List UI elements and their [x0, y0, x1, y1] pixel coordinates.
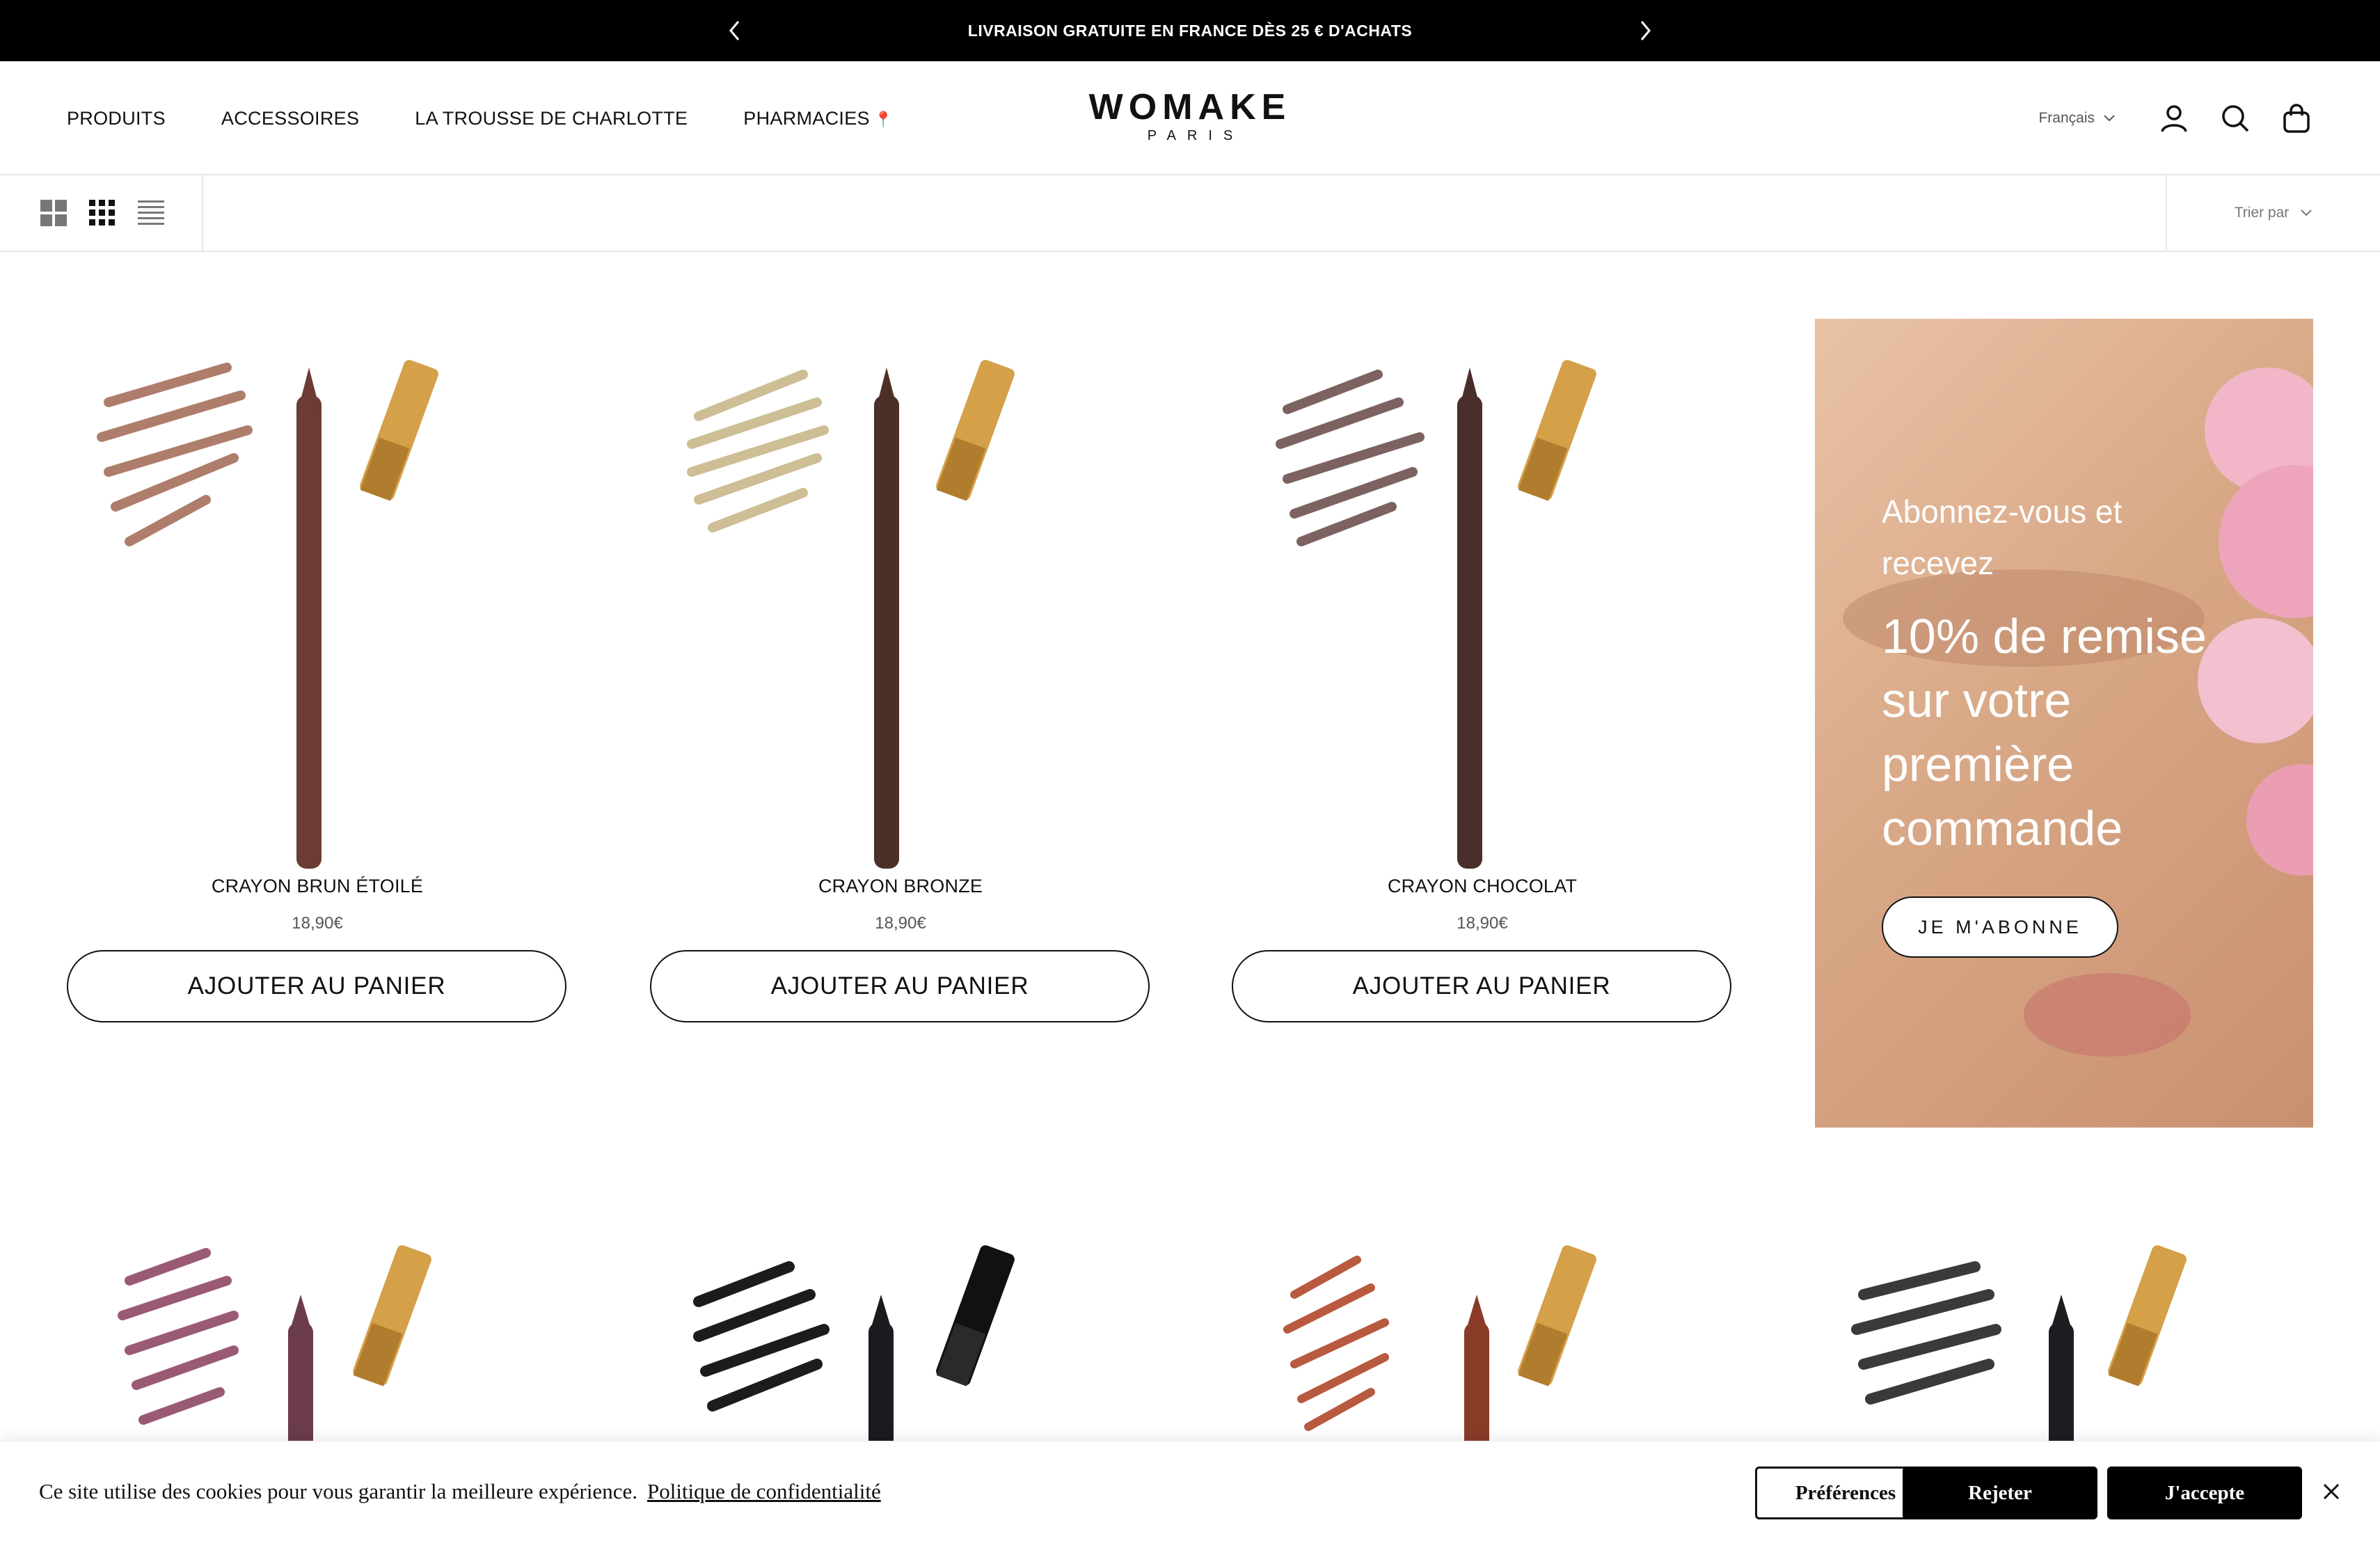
brand-logo[interactable]: WOMAKE PARIS	[1086, 88, 1294, 144]
language-select[interactable]: Français	[2038, 110, 2116, 127]
product-image[interactable]	[1232, 1225, 1733, 1441]
product-image[interactable]	[67, 319, 568, 876]
add-to-cart-button[interactable]: AJOUTER AU PANIER	[1232, 950, 1731, 1022]
chevron-right-icon[interactable]	[1630, 15, 1660, 46]
product-image[interactable]	[67, 1225, 568, 1441]
privacy-policy-link[interactable]: Politique de confidentialité	[647, 1479, 881, 1503]
layout-switcher	[0, 175, 203, 251]
language-label: Français	[2038, 110, 2095, 126]
product-image[interactable]	[1232, 319, 1733, 876]
product-title[interactable]: CRAYON CHOCOLAT	[1232, 876, 1733, 897]
search-icon[interactable]	[2219, 102, 2252, 135]
accept-button[interactable]: J'accepte	[2107, 1467, 2302, 1519]
cookie-text: Ce site utilise des cookies pour vous ga…	[39, 1479, 637, 1503]
newsletter-promo[interactable]: Abonnez-vous et recevez 10% de remise su…	[1815, 319, 2313, 1128]
list-icon[interactable]	[136, 198, 166, 228]
close-icon[interactable]	[2317, 1478, 2345, 1506]
pin-icon: 📍	[873, 110, 894, 128]
color-swatch	[97, 363, 253, 546]
announcement-bar: LIVRAISON GRATUITE EN FRANCE DÈS 25 € D'…	[0, 0, 2380, 61]
product-price: 18,90€	[875, 914, 926, 933]
sort-dropdown[interactable]: Trier par	[2166, 175, 2380, 251]
grid-2-icon[interactable]	[39, 198, 68, 228]
site-header: PRODUITS ACCESSOIRES LA TROUSSE DE CHARL…	[0, 61, 2380, 175]
product-image[interactable]	[1815, 1225, 2316, 1441]
add-to-cart-button[interactable]: AJOUTER AU PANIER	[67, 950, 566, 1022]
color-swatch	[687, 370, 829, 532]
add-to-cart-button[interactable]: AJOUTER AU PANIER	[650, 950, 1150, 1022]
nav-item-produits[interactable]: PRODUITS	[67, 108, 166, 129]
promo-line-1: Abonnez-vous et recevez	[1882, 493, 2123, 581]
product-title[interactable]: CRAYON BRUN ÉTOILÉ	[67, 876, 568, 897]
sort-label: Trier par	[2234, 205, 2290, 221]
nav-item-pharmacies[interactable]: PHARMACIES 📍	[743, 108, 893, 129]
product-image[interactable]	[650, 319, 1151, 876]
announcement-text: LIVRAISON GRATUITE EN FRANCE DÈS 25 € D'…	[967, 22, 1413, 40]
color-swatch	[1276, 370, 1425, 546]
collection-toolbar: Trier par	[0, 175, 2380, 252]
main-nav: PRODUITS ACCESSOIRES LA TROUSSE DE CHARL…	[67, 61, 894, 175]
product-card[interactable]: CRAYON BRUN ÉTOILÉ 18,90€ AJOUTER AU PAN…	[67, 319, 568, 1022]
chevron-down-icon	[2301, 210, 2312, 216]
chevron-down-icon	[2104, 115, 2115, 122]
grid-3-icon[interactable]	[88, 198, 117, 228]
cookie-message: Ce site utilise des cookies pour vous ga…	[39, 1441, 881, 1541]
nav-item-trousse[interactable]: LA TROUSSE DE CHARLOTTE	[415, 108, 688, 129]
logo-name: WOMAKE	[1088, 87, 1292, 127]
cart-icon[interactable]	[2280, 102, 2313, 135]
promo-line-2: 10% de remise sur votre première command…	[1882, 609, 2207, 855]
subscribe-button[interactable]: JE M'ABONNE	[1882, 896, 2118, 958]
product-image[interactable]	[650, 1225, 1151, 1441]
logo-sub: PARIS	[1147, 128, 1244, 143]
nav-item-accessoires[interactable]: ACCESSOIRES	[221, 108, 359, 129]
product-card[interactable]: CRAYON BRONZE 18,90€ AJOUTER AU PANIER	[650, 319, 1151, 1022]
header-actions: Français	[2038, 61, 2313, 175]
product-price: 18,90€	[292, 914, 343, 933]
nav-item-pharmacies-label: PHARMACIES	[743, 107, 870, 129]
cookie-banner: Ce site utilise des cookies pour vous ga…	[0, 1441, 2380, 1541]
product-card[interactable]: CRAYON CHOCOLAT 18,90€ AJOUTER AU PANIER	[1232, 319, 1733, 1022]
account-icon[interactable]	[2157, 102, 2191, 135]
product-price: 18,90€	[1457, 914, 1508, 933]
reject-button[interactable]: Rejeter	[1903, 1467, 2097, 1519]
product-title[interactable]: CRAYON BRONZE	[650, 876, 1151, 897]
